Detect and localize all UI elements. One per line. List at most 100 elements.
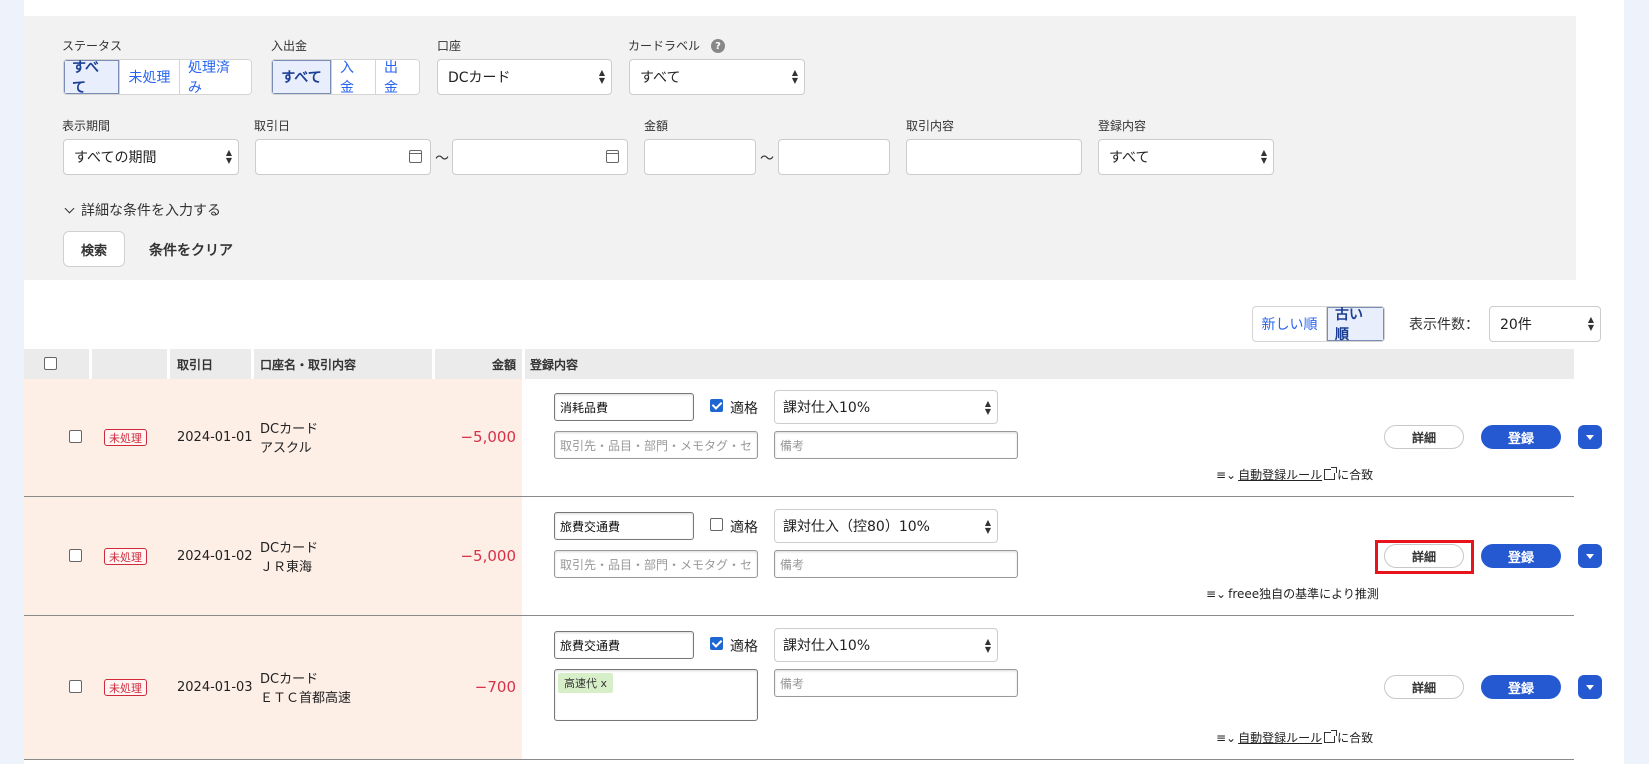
inout-option-withdrawal[interactable]: 出金 — [375, 60, 419, 94]
row-checkbox[interactable] — [69, 549, 82, 562]
tax-select-value: 課対仕入10% — [783, 400, 871, 416]
search-button[interactable]: 検索 — [63, 231, 125, 267]
inout-option-deposit[interactable]: 入金 — [331, 60, 375, 94]
calendar-icon[interactable] — [409, 150, 422, 163]
row-checkbox[interactable] — [69, 430, 82, 443]
guess-note-text: freee独自の基準により推測 — [1228, 587, 1379, 601]
row-description: ＪＲ東海 — [260, 560, 313, 575]
card-label-select-value: すべて — [640, 70, 681, 86]
register-button[interactable]: 登録 — [1481, 544, 1561, 568]
status-option-unprocessed[interactable]: 未処理 — [119, 60, 179, 94]
auto-rule-link[interactable]: 自動登録ルール — [1238, 466, 1322, 483]
advanced-conditions-label: 詳細な条件を入力する — [81, 203, 221, 219]
period-label: 表示期間 — [62, 119, 111, 133]
table-row: 未処理 2024-01-01 DCカード アスクル −5,000 消耗品費 適格… — [24, 379, 1602, 497]
auto-rule-link[interactable]: 自動登録ルール — [1238, 729, 1322, 746]
memo-input[interactable]: 備考 — [774, 431, 1018, 459]
register-options-dropdown[interactable] — [1578, 425, 1602, 449]
memo-input[interactable]: 備考 — [774, 550, 1018, 578]
guess-note: ≡⌄ freee独自の基準により推測 — [1206, 585, 1379, 602]
header-divider — [167, 349, 170, 379]
status-badge: 未処理 — [104, 429, 147, 446]
qualified-label: 適格 — [730, 639, 758, 655]
register-options-dropdown[interactable] — [1578, 544, 1602, 568]
row-checkbox[interactable] — [69, 680, 82, 693]
period-select[interactable]: すべての期間 ▲ ▼ — [63, 139, 239, 175]
account-label: 口座 — [437, 39, 462, 53]
memo-input[interactable]: 備考 — [774, 669, 1018, 697]
clear-conditions-button[interactable]: 条件をクリア — [149, 240, 233, 260]
account-select[interactable]: DCカード ▲ ▼ — [437, 59, 612, 95]
detail-button[interactable]: 詳細 — [1384, 425, 1464, 449]
tax-select-value: 課対仕入10% — [783, 638, 871, 654]
page-size-select[interactable]: 20件 ▲ ▼ — [1489, 306, 1601, 342]
inout-segment: すべて 入金 出金 — [271, 59, 420, 95]
date-to-input[interactable] — [452, 139, 628, 175]
select-arrows-icon: ▲ ▼ — [984, 518, 991, 535]
category-input[interactable]: 旅費交通費 — [554, 631, 694, 659]
calendar-icon[interactable] — [606, 150, 619, 163]
date-from-input[interactable] — [255, 139, 431, 175]
registration-select[interactable]: すべて ▲ ▼ — [1098, 139, 1274, 175]
external-link-icon[interactable] — [1324, 467, 1338, 480]
external-link-icon[interactable] — [1324, 730, 1338, 743]
rule-icon: ≡⌄ — [1216, 467, 1237, 482]
tax-select[interactable]: 課対仕入（控80）10% ▲ ▼ — [774, 509, 998, 543]
rule-icon: ≡⌄ — [1216, 730, 1237, 745]
account-select-value: DCカード — [448, 70, 511, 86]
rule-icon: ≡⌄ — [1206, 586, 1227, 601]
auto-rule-note: ≡⌄ 自動登録ルール に合致 — [1216, 729, 1373, 746]
help-icon[interactable]: ? — [711, 39, 725, 53]
content-input[interactable] — [906, 139, 1082, 175]
select-arrows-icon: ▲ ▼ — [225, 148, 232, 165]
status-badge: 未処理 — [104, 679, 147, 696]
row-date: 2024-01-03 — [177, 680, 253, 695]
category-input[interactable]: 旅費交通費 — [554, 512, 694, 540]
chevron-down-icon — [64, 203, 75, 213]
partner-tags-input[interactable]: 取引先・品目・部門・メモタグ・セ — [554, 550, 758, 578]
header-registration: 登録内容 — [530, 357, 579, 372]
qualified-checkbox[interactable] — [710, 637, 723, 650]
register-button[interactable]: 登録 — [1481, 425, 1561, 449]
select-arrows-icon: ▲ ▼ — [598, 68, 605, 85]
sort-segment: 新しい順 古い順 — [1252, 306, 1385, 342]
registration-label: 登録内容 — [1098, 119, 1147, 133]
card-label-select[interactable]: すべて ▲ ▼ — [629, 59, 805, 95]
select-arrows-icon: ▲ ▼ — [1260, 148, 1267, 165]
detail-button[interactable]: 詳細 — [1384, 675, 1464, 699]
header-divider — [432, 349, 435, 379]
tag-chip[interactable]: 高速代 x — [558, 673, 614, 693]
row-amount: −700 — [474, 678, 516, 696]
header-date: 取引日 — [177, 357, 214, 372]
register-button[interactable]: 登録 — [1481, 675, 1561, 699]
row-account: DCカード アスクル — [260, 420, 318, 458]
tax-select[interactable]: 課対仕入10% ▲ ▼ — [774, 628, 998, 662]
register-options-dropdown[interactable] — [1578, 675, 1602, 699]
registration-select-value: すべて — [1109, 150, 1150, 166]
select-all-checkbox[interactable] — [44, 357, 57, 370]
advanced-conditions-toggle[interactable]: 詳細な条件を入力する — [64, 200, 221, 220]
tax-select[interactable]: 課対仕入10% ▲ ▼ — [774, 390, 998, 424]
qualified-label: 適格 — [730, 520, 758, 536]
header-divider — [522, 349, 525, 379]
header-account: 口座名・取引内容 — [260, 357, 357, 372]
period-select-value: すべての期間 — [74, 150, 157, 166]
auto-rule-suffix: に合致 — [1337, 468, 1374, 482]
sort-oldest[interactable]: 古い順 — [1326, 307, 1384, 341]
inout-option-all[interactable]: すべて — [272, 60, 331, 94]
amount-min-input[interactable] — [644, 139, 756, 175]
select-arrows-icon: ▲ ▼ — [984, 637, 991, 654]
header-divider — [89, 349, 92, 379]
row-amount: −5,000 — [460, 547, 516, 565]
status-option-all[interactable]: すべて — [64, 60, 119, 94]
qualified-checkbox[interactable] — [710, 399, 723, 412]
select-arrows-icon: ▲ ▼ — [1587, 315, 1594, 332]
status-option-processed[interactable]: 処理済み — [179, 60, 251, 94]
category-input[interactable]: 消耗品費 — [554, 393, 694, 421]
partner-tags-input[interactable]: 取引先・品目・部門・メモタグ・セ — [554, 431, 758, 459]
qualified-checkbox[interactable] — [710, 518, 723, 531]
table-row: 未処理 2024-01-02 DCカード ＪＲ東海 −5,000 旅費交通費 適… — [24, 497, 1602, 616]
amount-max-input[interactable] — [778, 139, 890, 175]
row-account: DCカード ＥＴＣ首都高速 — [260, 670, 351, 708]
sort-newest[interactable]: 新しい順 — [1253, 307, 1326, 341]
